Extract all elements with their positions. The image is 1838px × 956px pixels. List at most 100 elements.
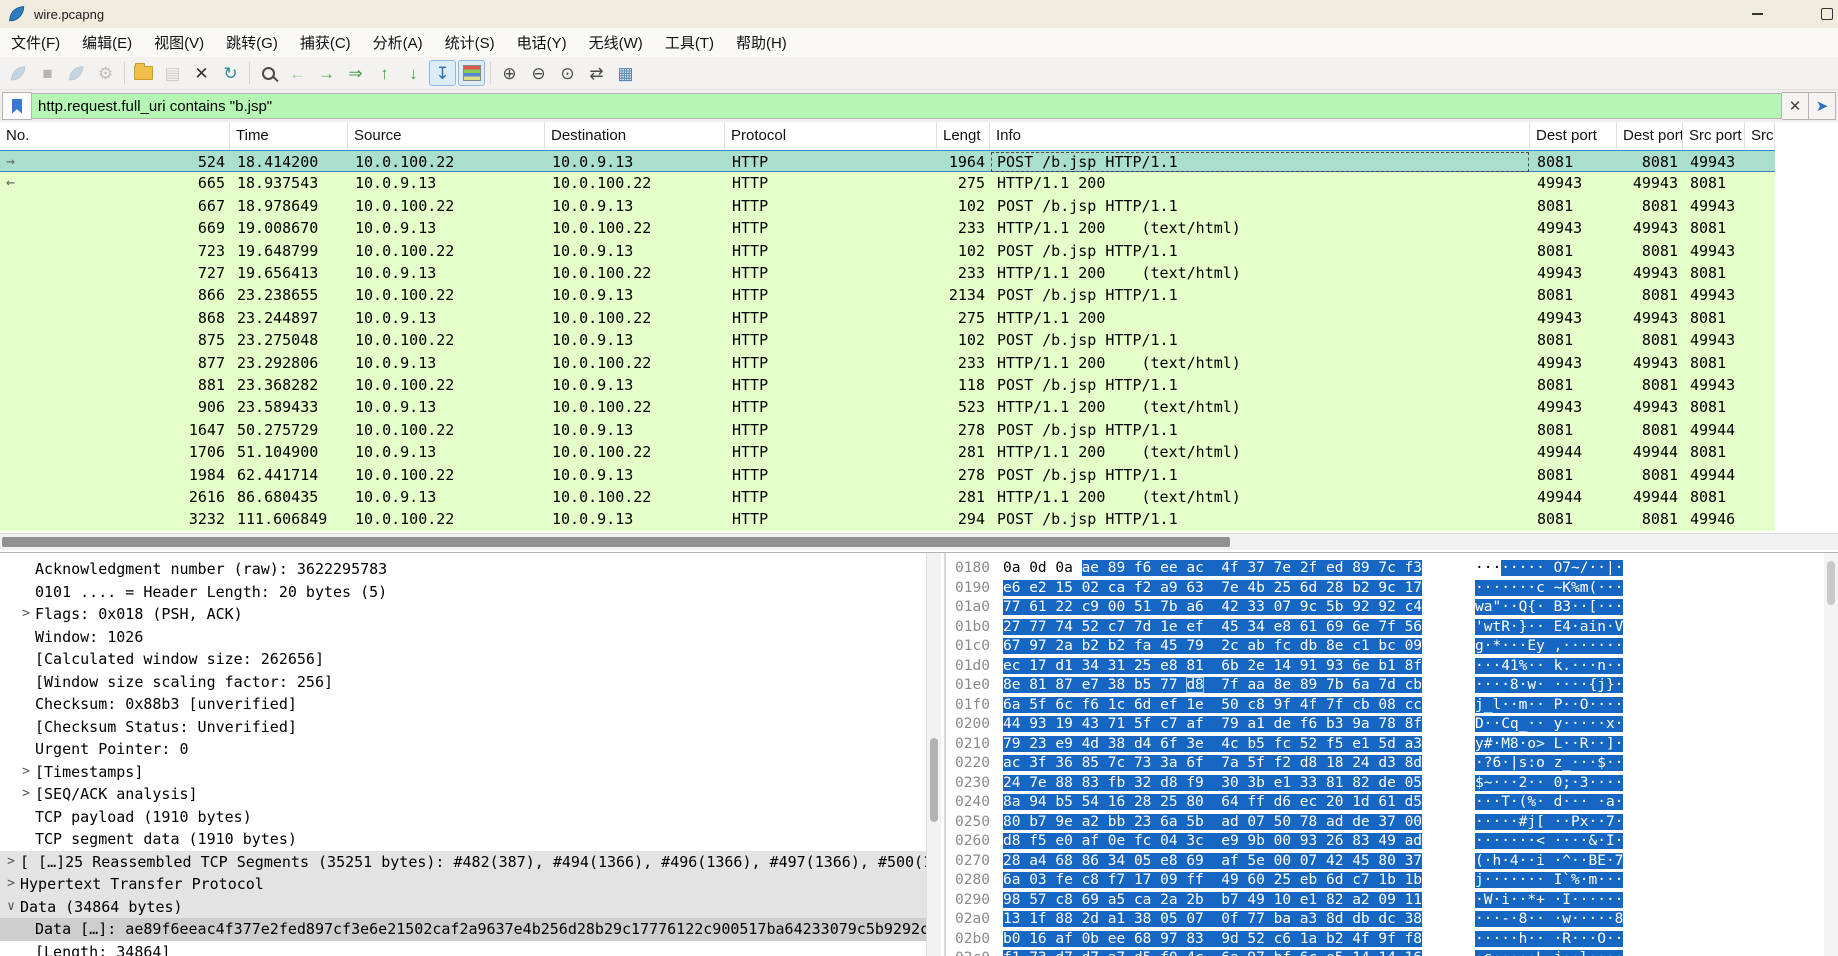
packet-row[interactable]: 875 23.275048 10.0.100.22 10.0.9.13 HTTP 102 P… — [0, 329, 1775, 352]
hex-ascii[interactable]: (·h·4··i ·^··BE·7 — [1475, 852, 1624, 872]
hex-row[interactable]: 02c0 f1 73 d7 d7 a7 d5 f0 4c 6a 97 bf 6c … — [946, 949, 1824, 956]
menu-item-7[interactable]: 电话(Y) — [506, 28, 578, 57]
hex-bytes[interactable]: d8 f5 e0 af 0e fc 04 3c e9 9b 00 93 26 8… — [1003, 832, 1423, 852]
hex-ascii[interactable]: ····8·w· ····{j}· — [1475, 676, 1624, 696]
hex-row[interactable]: 01c0 67 97 2a b2 b2 fa 45 79 2c ab fc db … — [946, 637, 1824, 657]
column-header-p1[interactable]: Dest port — [1530, 122, 1617, 149]
packet-row[interactable]: 669 19.008670 10.0.9.13 10.0.100.22 HTTP 233 H… — [0, 217, 1775, 240]
packet-row[interactable]: 3232 111.606849 10.0.100.22 10.0.9.13 HTTP 29… — [0, 508, 1775, 531]
packet-row[interactable]: 723 19.648799 10.0.100.22 10.0.9.13 HTTP 102 P… — [0, 239, 1775, 262]
detail-line[interactable]: Data […]: ae89f6eeac4f377e2fed897cf3e6e2… — [0, 918, 926, 941]
hex-row[interactable]: 01b0 27 77 74 52 c7 7d 1e ef 45 34 e8 61 … — [946, 618, 1824, 638]
hex-bytes[interactable]: 13 1f 88 2d a1 38 05 07 0f 77 ba a3 8d d… — [1003, 910, 1423, 930]
zoom-reset-icon[interactable]: ⊙ — [554, 60, 581, 86]
detail-line[interactable]: [Checksum Status: Unverified] — [0, 716, 926, 739]
last-packet-icon[interactable]: ↓ — [400, 60, 427, 86]
hex-row[interactable]: 02b0 b0 16 af 0b ee 68 97 83 9d 52 c6 1a … — [946, 930, 1824, 950]
reload-file-icon[interactable]: ↻ — [217, 60, 244, 86]
menu-item-0[interactable]: 文件(F) — [0, 28, 71, 57]
menu-item-5[interactable]: 分析(A) — [362, 28, 434, 57]
hex-ascii[interactable]: 'wtR·}·· E4·ain·V — [1475, 618, 1624, 638]
column-header-len[interactable]: Lengt — [937, 122, 990, 149]
detail-line[interactable]: > Flags: 0x018 (PSH, ACK) — [0, 603, 926, 626]
collapsed-chevron-icon[interactable]: > — [19, 783, 33, 806]
hex-row[interactable]: 0180 0a 0d 0a ae 89 f6 ee ac 4f 37 7e 2f … — [946, 559, 1824, 579]
packet-row[interactable]: 881 23.368282 10.0.100.22 10.0.9.13 HTTP 118 P… — [0, 374, 1775, 397]
detail-line[interactable]: [Window size scaling factor: 256] — [0, 671, 926, 694]
hex-row[interactable]: 0190 e6 e2 15 02 ca f2 a9 63 7e 4b 25 6d … — [946, 579, 1824, 599]
hex-ascii[interactable]: y#·M8·o> L··R··]· — [1475, 735, 1624, 755]
collapsed-chevron-icon[interactable]: > — [4, 851, 18, 874]
packet-row[interactable]: 524 18.414200 10.0.100.22 10.0.9.13 HTTP 1964… — [0, 150, 1775, 173]
hex-ascii[interactable]: ·····#j[ ··Px··7· — [1475, 813, 1624, 833]
packet-row[interactable]: 1984 62.441714 10.0.100.22 10.0.9.13 HTTP 278… — [0, 463, 1775, 486]
column-header-p3[interactable]: Src port — [1683, 122, 1745, 149]
hex-row[interactable]: 0270 28 a4 68 86 34 05 e8 69 af 5e 00 07 … — [946, 852, 1824, 872]
hex-bytes[interactable]: 67 97 2a b2 b2 fa 45 79 2c ab fc db 8e c… — [1003, 637, 1423, 657]
hex-bytes[interactable]: 8e 81 87 e7 38 b5 77 d8 7f aa 8e 89 7b 6… — [1003, 676, 1423, 696]
hex-row[interactable]: 01f0 6a 5f 6c f6 1c 6d ef 1e 50 c8 9f 4f … — [946, 696, 1824, 716]
menu-item-4[interactable]: 捕获(C) — [289, 28, 362, 57]
hex-ascii[interactable]: g·*···Ey ,······· — [1475, 637, 1624, 657]
hex-row[interactable]: 02a0 13 1f 88 2d a1 38 05 07 0f 77 ba a3 … — [946, 910, 1824, 930]
hex-row[interactable]: 0200 44 93 19 43 71 5f c7 af 79 a1 de f6 … — [946, 715, 1824, 735]
hex-bytes[interactable]: ac 3f 36 85 7c 73 3a 6f 7a 5f f2 d8 18 2… — [1003, 754, 1423, 774]
column-header-src[interactable]: Source — [348, 122, 545, 149]
detail-line[interactable]: > [Timestamps] — [0, 761, 926, 784]
display-filter-input[interactable] — [32, 93, 1782, 119]
hex-ascii[interactable]: ···-·8·· ·w·····8 — [1475, 910, 1624, 930]
menu-item-3[interactable]: 跳转(G) — [215, 28, 289, 57]
hex-row[interactable]: 0260 d8 f5 e0 af 0e fc 04 3c e9 9b 00 93 … — [946, 832, 1824, 852]
menu-item-6[interactable]: 统计(S) — [434, 28, 506, 57]
colorize-icon[interactable] — [458, 60, 485, 86]
packet-row[interactable]: 877 23.292806 10.0.9.13 10.0.100.22 HTTP 233 H… — [0, 351, 1775, 374]
hex-row[interactable]: 0230 24 7e 88 83 fb 32 d8 f9 30 3b e1 33 … — [946, 774, 1824, 794]
stop-capture-icon[interactable]: ■ — [34, 60, 61, 86]
hex-ascii[interactable]: ········ O7~/··|· — [1475, 559, 1624, 579]
hex-ascii[interactable]: ···41%·· k.···n·· — [1475, 657, 1624, 677]
save-file-icon[interactable]: ▤ — [159, 60, 186, 86]
hex-ascii[interactable]: ·····h·· ·R···O·· — [1475, 930, 1624, 950]
hex-bytes[interactable]: 6a 5f 6c f6 1c 6d ef 1e 50 c8 9f 4f 7f c… — [1003, 696, 1423, 716]
open-file-icon[interactable] — [130, 60, 157, 86]
collapsed-chevron-icon[interactable]: > — [19, 603, 33, 626]
close-file-icon[interactable]: ✕ — [188, 60, 215, 86]
hex-ascii[interactable]: ·······c ~K%m(··· — [1475, 579, 1624, 599]
hex-bytes[interactable]: 0a 0d 0a ae 89 f6 ee ac 4f 37 7e 2f ed 8… — [1003, 559, 1423, 579]
filter-bookmark-button[interactable] — [2, 92, 32, 120]
hex-bytes[interactable]: 6a 03 fe c8 f7 17 09 ff 49 60 25 eb 6d c… — [1003, 871, 1423, 891]
detail-line[interactable]: TCP payload (1910 bytes) — [0, 806, 926, 829]
scrollbar-thumb[interactable] — [1827, 561, 1835, 605]
capture-options-icon[interactable]: ⚙ — [92, 60, 119, 86]
column-header-dst[interactable]: Destination — [545, 122, 725, 149]
hex-bytes[interactable]: e6 e2 15 02 ca f2 a9 63 7e 4b 25 6d 28 b… — [1003, 579, 1423, 599]
zoom-out-icon[interactable]: ⊖ — [525, 60, 552, 86]
go-to-packet-icon[interactable]: ⇒ — [342, 60, 369, 86]
hex-bytes[interactable]: f1 73 d7 d7 a7 d5 f0 4c 6a 97 bf 6c e5 1… — [1003, 949, 1423, 956]
packet-row[interactable]: 906 23.589433 10.0.9.13 10.0.100.22 HTTP 523 H… — [0, 396, 1775, 419]
detail-line[interactable]: Acknowledgment number (raw): 3622295783 — [0, 558, 926, 581]
layout-columns-icon[interactable]: ▦ — [612, 60, 639, 86]
hex-bytes[interactable]: ec 17 d1 34 31 25 e8 81 6b 2e 14 91 93 6… — [1003, 657, 1423, 677]
menu-item-8[interactable]: 无线(W) — [578, 28, 654, 57]
start-capture-icon[interactable] — [5, 60, 32, 86]
column-header-info[interactable]: Info — [990, 122, 1530, 149]
packet-row[interactable]: 868 23.244897 10.0.9.13 10.0.100.22 HTTP 275 H… — [0, 306, 1775, 330]
filter-clear-button[interactable]: ✕ — [1782, 92, 1809, 120]
menu-item-10[interactable]: 帮助(H) — [725, 28, 798, 57]
hex-row[interactable]: 0290 98 57 c8 69 a5 ca 2a 2b b7 49 10 e1 … — [946, 891, 1824, 911]
scrollbar-thumb[interactable] — [930, 738, 938, 822]
hex-bytes[interactable]: 8a 94 b5 54 16 28 25 80 64 ff d6 ec 20 1… — [1003, 793, 1423, 813]
hex-ascii[interactable]: j······· I`%·m··· — [1475, 871, 1624, 891]
menu-item-9[interactable]: 工具(T) — [654, 28, 725, 57]
hex-row[interactable]: 0220 ac 3f 36 85 7c 73 3a 6f 7a 5f f2 d8 … — [946, 754, 1824, 774]
hex-ascii[interactable]: $~···2·· 0;·3···· — [1475, 774, 1624, 794]
packet-row[interactable]: 727 19.656413 10.0.9.13 10.0.100.22 HTTP 233 H… — [0, 262, 1775, 285]
hex-ascii[interactable]: D··Cq_·· y·····x· — [1475, 715, 1624, 735]
column-header-no[interactable]: No. — [0, 122, 230, 149]
hex-bytes[interactable]: 44 93 19 43 71 5f c7 af 79 a1 de f6 b3 9… — [1003, 715, 1423, 735]
hex-ascii[interactable]: ·?6·|s:o z_···$·· — [1475, 754, 1624, 774]
collapsed-chevron-icon[interactable]: > — [19, 761, 33, 784]
packet-row[interactable]: 1706 51.104900 10.0.9.13 10.0.100.22 HTTP 281… — [0, 441, 1775, 464]
hex-row[interactable]: 01d0 ec 17 d1 34 31 25 e8 81 6b 2e 14 91 … — [946, 657, 1824, 677]
